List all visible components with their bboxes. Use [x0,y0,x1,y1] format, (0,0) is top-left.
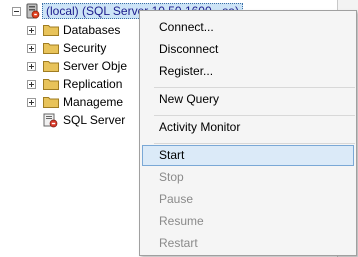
menu-separator [154,143,355,144]
server-context-menu: Connect... Disconnect Register... New Qu… [139,10,357,256]
menu-item-register[interactable]: Register... [142,61,354,82]
expand-toggle[interactable] [27,44,36,53]
tree-node-label: Manageme [63,95,124,109]
tree-node-label: Server Obje [63,59,128,73]
expand-toggle[interactable] [27,98,36,107]
menu-item-start[interactable]: Start [142,145,354,166]
folder-icon [43,61,59,72]
expand-toggle[interactable] [27,62,36,71]
expand-toggle[interactable] [27,26,36,35]
menu-item-resume[interactable]: Resume [142,211,354,232]
collapse-toggle[interactable] [12,7,21,16]
menu-item-new-query[interactable]: New Query [142,89,354,110]
tree-node-label: SQL Server [63,113,126,127]
tree-node-label: Security [63,41,107,55]
menu-separator [154,87,355,88]
menu-separator [154,115,355,116]
server-icon [26,3,40,19]
menu-item-disconnect[interactable]: Disconnect [142,39,354,60]
folder-icon [43,79,59,90]
menu-item-activity-monitor[interactable]: Activity Monitor [142,117,354,138]
folder-icon [43,25,59,36]
tree-node-label: Databases [63,23,121,37]
menu-item-pause[interactable]: Pause [142,189,354,210]
expand-toggle[interactable] [27,80,36,89]
sql-agent-icon [43,113,58,128]
tree-node-label: Replication [63,77,123,91]
folder-icon [43,97,59,108]
menu-item-restart[interactable]: Restart [142,233,354,254]
menu-item-stop[interactable]: Stop [142,167,354,188]
menu-item-connect[interactable]: Connect... [142,17,354,38]
folder-icon [43,43,59,54]
